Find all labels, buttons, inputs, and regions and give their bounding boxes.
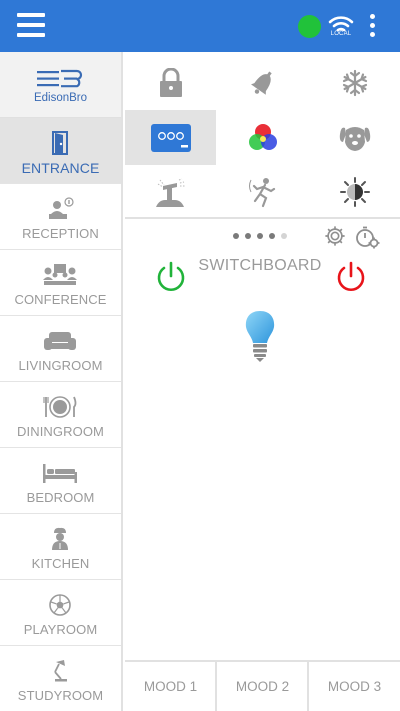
room-sidebar: EdisonBro ENTRANCE RECEPTION CONFERENCE — [0, 52, 123, 711]
sidebar-item-label: BEDROOM — [26, 490, 95, 505]
reception-desk-icon — [49, 197, 74, 219]
page-dot — [269, 233, 275, 239]
sofa-icon — [44, 332, 76, 350]
desk-lamp-icon — [54, 660, 67, 682]
sidebar-item-reception[interactable]: RECEPTION — [0, 184, 121, 250]
rgb-color-icon — [248, 123, 277, 150]
dining-plate-icon — [43, 396, 77, 418]
sidebar-item-label: ENTRANCE — [21, 160, 100, 176]
device-type-grid — [125, 52, 400, 217]
device-switchboard[interactable] — [125, 110, 216, 165]
device-sprinkler[interactable] — [125, 164, 216, 219]
wifi-icon — [328, 16, 354, 32]
sprinkler-icon — [155, 178, 185, 207]
lock-icon — [159, 67, 182, 97]
motion-sensor-icon — [248, 177, 275, 207]
sidebar-item-livingroom[interactable]: LIVINGROOM — [0, 316, 121, 382]
device-rgb-light[interactable] — [217, 110, 308, 165]
brand-name: EdisonBro — [33, 92, 88, 104]
device-dimmer[interactable] — [309, 164, 400, 219]
soccer-ball-icon — [49, 594, 71, 616]
bed-icon — [43, 464, 77, 483]
sidebar-item-playroom[interactable]: PLAYROOM — [0, 580, 121, 646]
device-lock[interactable] — [125, 55, 216, 110]
conference-icon — [43, 264, 77, 285]
sidebar-item-label: STUDYROOM — [17, 688, 104, 703]
more-options-icon[interactable] — [362, 13, 382, 39]
page-dot — [257, 233, 263, 239]
device-ac[interactable] — [309, 55, 400, 110]
switchboard-panel: SWITCHBOARD — [125, 219, 400, 660]
door-icon — [52, 131, 68, 155]
timer-settings-icon[interactable] — [354, 225, 380, 249]
top-bar: LOCAL — [0, 0, 400, 52]
page-dot — [245, 233, 251, 239]
page-dot — [233, 233, 239, 239]
sidebar-item-kitchen[interactable]: KITCHEN — [0, 514, 121, 580]
connection-status-dot — [298, 15, 321, 38]
chef-icon — [52, 527, 68, 550]
mood-3-button[interactable]: MOOD 3 — [309, 662, 400, 711]
gear-icon[interactable] — [324, 225, 346, 247]
sidebar-item-entrance[interactable]: ENTRANCE — [0, 118, 121, 184]
page-dot — [281, 233, 287, 239]
switchboard-icon — [150, 123, 191, 152]
sidebar-item-label: CONFERENCE — [14, 292, 107, 307]
sidebar-item-studyroom[interactable]: STUDYROOM — [0, 646, 121, 711]
power-on-icon[interactable] — [154, 260, 188, 294]
hamburger-menu-icon[interactable] — [17, 13, 45, 37]
device-pet[interactable] — [309, 110, 400, 165]
light-bulb-icon[interactable] — [243, 309, 277, 365]
sidebar-item-conference[interactable]: CONFERENCE — [0, 250, 121, 316]
panel-title: SWITCHBOARD — [198, 257, 322, 274]
edisonbro-logo-icon — [37, 69, 83, 88]
connection-mode-label: LOCAL — [330, 31, 352, 37]
snowflake-icon — [342, 69, 367, 96]
sidebar-item-label: RECEPTION — [22, 226, 99, 241]
mood-1-button[interactable]: MOOD 1 — [125, 662, 216, 711]
bell-icon — [250, 70, 272, 95]
sidebar-item-bedroom[interactable]: BEDROOM — [0, 448, 121, 514]
dog-icon — [339, 126, 370, 151]
mood-bar: MOOD 1 MOOD 2 MOOD 3 — [125, 660, 400, 711]
sidebar-item-diningroom[interactable]: DININGROOM — [0, 382, 121, 448]
device-motion-sensor[interactable] — [217, 164, 308, 219]
mood-2-button[interactable]: MOOD 2 — [217, 662, 308, 711]
page-indicator — [233, 233, 293, 241]
device-bell[interactable] — [217, 55, 308, 110]
sidebar-item-label: PLAYROOM — [23, 622, 98, 637]
brand-logo: EdisonBro — [0, 52, 121, 118]
sidebar-item-label: LIVINGROOM — [18, 358, 103, 373]
power-off-icon[interactable] — [334, 260, 368, 294]
sidebar-item-label: DININGROOM — [17, 424, 104, 439]
dimmer-icon — [339, 176, 370, 207]
sidebar-item-label: KITCHEN — [31, 556, 90, 571]
